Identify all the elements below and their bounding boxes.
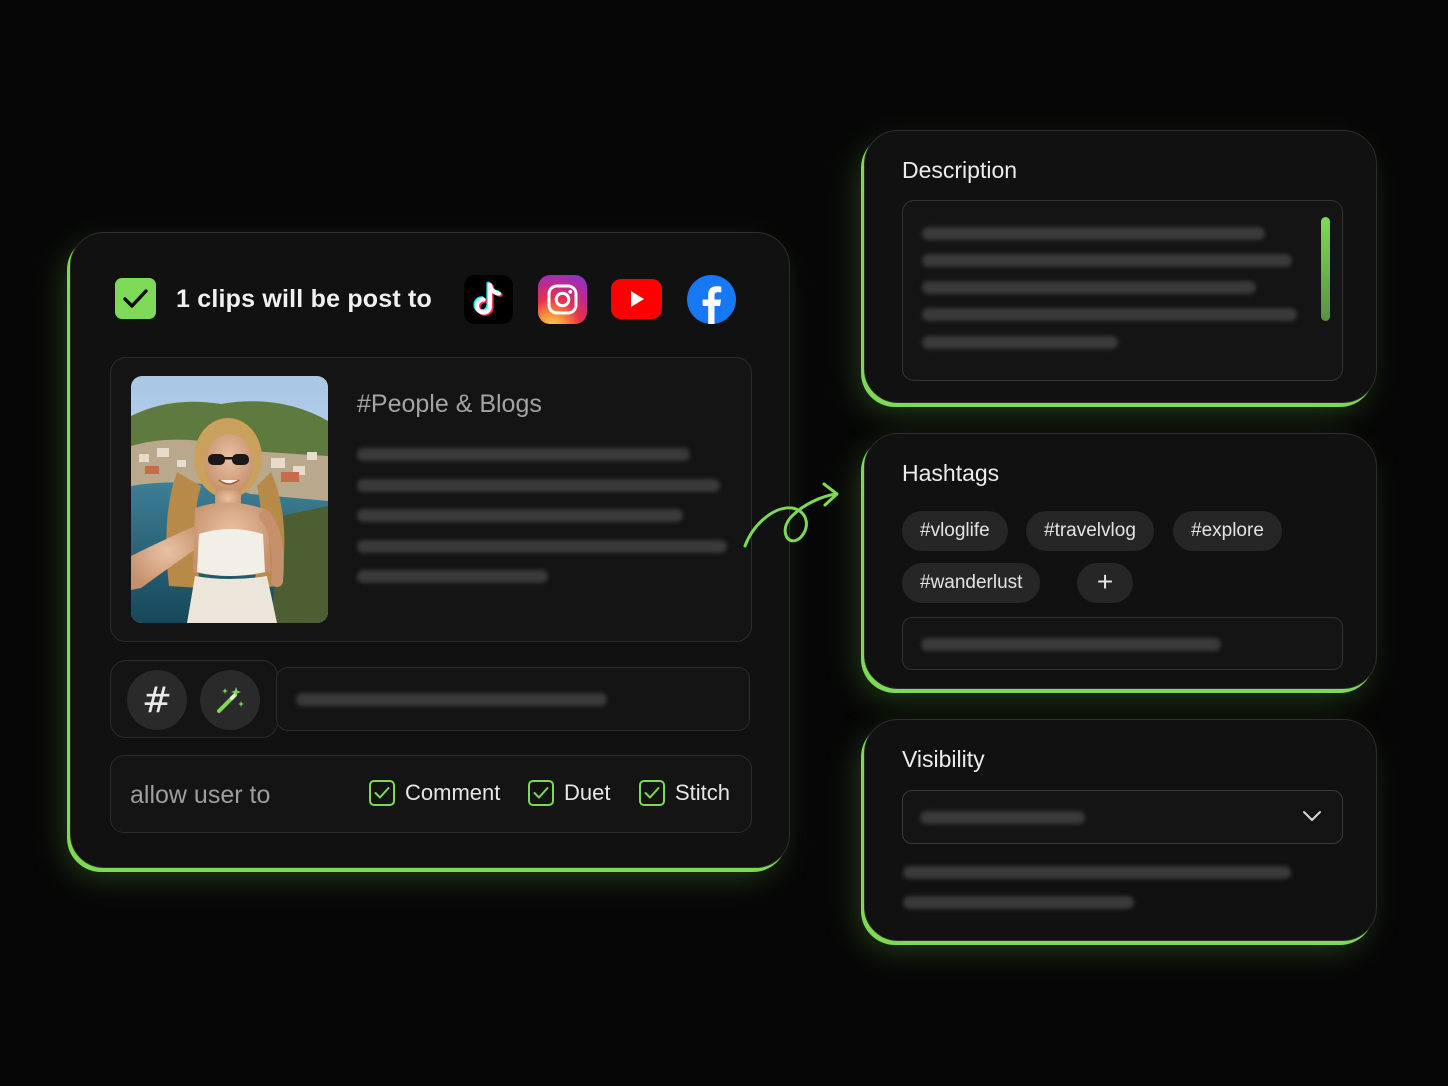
check-icon bbox=[644, 787, 660, 799]
hashtag-field[interactable] bbox=[902, 617, 1343, 670]
duet-checkbox[interactable] bbox=[528, 780, 554, 806]
text-line bbox=[922, 308, 1297, 321]
description-title: Description bbox=[902, 157, 1018, 183]
duet-label: Duet bbox=[564, 780, 611, 805]
scrollbar[interactable] bbox=[1321, 217, 1330, 321]
stitch-option[interactable]: Stitch bbox=[639, 780, 730, 806]
caption-tools: # bbox=[110, 660, 278, 738]
allow-label: allow user to bbox=[130, 781, 271, 809]
duet-option[interactable]: Duet bbox=[528, 780, 610, 806]
ai-magic-button[interactable] bbox=[200, 670, 260, 730]
description-card: Description bbox=[864, 130, 1377, 403]
instagram-icon[interactable] bbox=[538, 275, 587, 324]
text-line bbox=[922, 336, 1118, 349]
stitch-label: Stitch bbox=[675, 780, 731, 805]
hashtag-chip[interactable]: #explore bbox=[1173, 511, 1282, 551]
check-icon bbox=[123, 289, 148, 308]
text-line bbox=[922, 254, 1292, 267]
comment-option[interactable]: Comment bbox=[369, 780, 500, 806]
hashtag-chip[interactable]: #wanderlust bbox=[902, 563, 1041, 603]
facebook-icon[interactable] bbox=[687, 275, 736, 324]
caption-line bbox=[357, 570, 548, 583]
help-text-line bbox=[903, 866, 1291, 879]
visibility-card: Visibility bbox=[864, 719, 1377, 941]
add-hashtag-button[interactable]: + bbox=[1077, 563, 1133, 603]
post-settings-card: 1 clips will be post to #People & Blogs … bbox=[70, 232, 790, 868]
check-icon bbox=[374, 787, 390, 799]
hashtag-chip[interactable]: #travelvlog bbox=[1026, 511, 1154, 551]
caption-line bbox=[357, 509, 683, 522]
caption-line bbox=[357, 479, 720, 492]
plus-icon: + bbox=[1096, 566, 1114, 597]
hashtag-icon: # bbox=[141, 679, 173, 721]
hashtag-button[interactable]: # bbox=[127, 670, 187, 730]
selected-value-line bbox=[920, 811, 1085, 824]
post-target-title: 1 clips will be post to bbox=[176, 285, 433, 313]
select-all-checkbox[interactable] bbox=[115, 278, 156, 319]
check-icon bbox=[533, 787, 549, 799]
description-textarea[interactable] bbox=[902, 200, 1343, 381]
magic-wand-icon bbox=[217, 687, 244, 713]
visibility-title: Visibility bbox=[902, 746, 985, 772]
help-text-line bbox=[903, 896, 1134, 909]
permissions-row: allow user to Comment Duet Stitch bbox=[110, 755, 752, 833]
comment-label: Comment bbox=[405, 780, 501, 805]
hashtags-title: Hashtags bbox=[902, 460, 1000, 486]
text-line bbox=[922, 281, 1256, 294]
hashtag-input[interactable] bbox=[276, 667, 750, 731]
hashtags-card: Hashtags #vloglife #travelvlog #explore … bbox=[864, 433, 1377, 689]
caption-line bbox=[357, 540, 727, 553]
tiktok-icon[interactable] bbox=[464, 275, 513, 324]
category-label: #People & Blogs bbox=[357, 390, 542, 418]
clip-thumbnail[interactable] bbox=[131, 376, 328, 623]
stitch-checkbox[interactable] bbox=[639, 780, 665, 806]
hashtag-chip[interactable]: #vloglife bbox=[902, 511, 1008, 551]
youtube-icon[interactable] bbox=[611, 279, 662, 319]
caption-line bbox=[357, 448, 690, 461]
input-placeholder-line bbox=[296, 693, 607, 706]
visibility-dropdown[interactable] bbox=[902, 790, 1343, 844]
input-placeholder-line bbox=[921, 638, 1221, 651]
text-line bbox=[922, 227, 1265, 240]
clip-preview-box: #People & Blogs bbox=[110, 357, 752, 642]
curly-arrow-icon bbox=[743, 482, 839, 548]
chevron-down-icon bbox=[1303, 811, 1321, 821]
comment-checkbox[interactable] bbox=[369, 780, 395, 806]
